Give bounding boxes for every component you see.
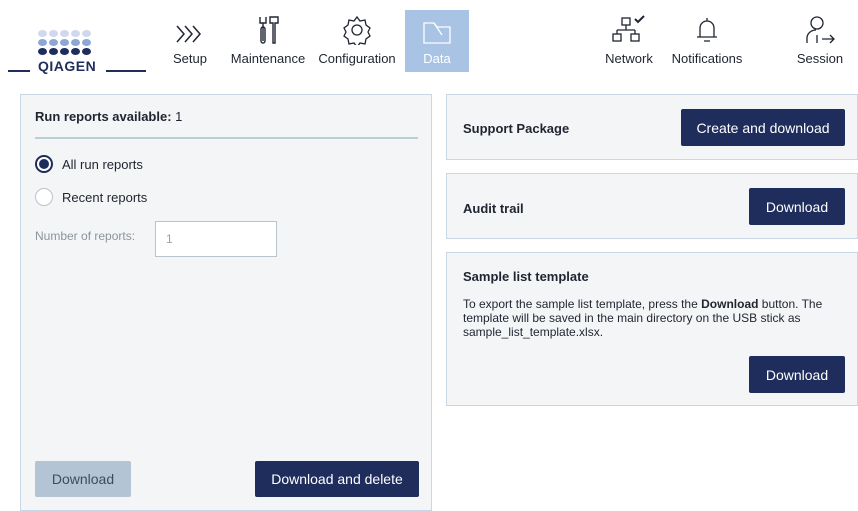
number-of-reports-label: Number of reports: bbox=[35, 229, 136, 243]
nav-maintenance[interactable]: Maintenance bbox=[228, 10, 308, 72]
nav-notifications-label: Notifications bbox=[671, 51, 743, 66]
run-reports-panel: Run reports available: 1 All run reports… bbox=[20, 94, 432, 511]
nav-maintenance-label: Maintenance bbox=[230, 51, 306, 66]
download-button[interactable]: Download bbox=[35, 461, 131, 497]
nav-configuration-label: Configuration bbox=[318, 51, 396, 66]
sample-list-template-title: Sample list template bbox=[463, 269, 589, 284]
nav-data[interactable]: Data bbox=[405, 10, 469, 72]
logo-dots bbox=[38, 30, 98, 57]
audit-trail-title: Audit trail bbox=[463, 201, 524, 216]
run-reports-title: Run reports available: 1 bbox=[35, 109, 182, 124]
run-reports-count: 1 bbox=[175, 109, 183, 124]
folder-icon bbox=[423, 22, 451, 44]
radio-all-run-reports[interactable]: All run reports bbox=[35, 155, 143, 173]
radio-unselected-icon[interactable] bbox=[35, 188, 53, 206]
nav-notifications[interactable]: Notifications bbox=[666, 10, 748, 72]
tools-icon bbox=[259, 16, 279, 44]
support-package-title: Support Package bbox=[463, 121, 570, 136]
bell-icon bbox=[697, 18, 717, 42]
nav-setup-label: Setup bbox=[173, 51, 207, 66]
nav-session[interactable]: Session bbox=[792, 10, 848, 72]
nav-network-label: Network bbox=[605, 51, 653, 66]
qiagen-logo: QIAGEN bbox=[30, 28, 106, 74]
radio-recent-reports-label: Recent reports bbox=[62, 189, 148, 205]
nav-session-label: Session bbox=[796, 51, 844, 66]
description-text-start: To export the sample list template, pres… bbox=[463, 297, 702, 311]
nav-data-label: Data bbox=[423, 51, 451, 66]
audit-trail-card: Audit trail Download bbox=[446, 173, 858, 239]
sample-list-template-card: Sample list template To export the sampl… bbox=[446, 252, 858, 406]
nav-setup[interactable]: Setup bbox=[168, 10, 212, 72]
top-bar: QIAGEN Setup Maintenance Configuration D… bbox=[0, 0, 858, 82]
nav-configuration[interactable]: Configuration bbox=[314, 10, 400, 72]
divider bbox=[35, 137, 418, 139]
gear-icon bbox=[343, 15, 371, 45]
radio-all-run-reports-label: All run reports bbox=[62, 156, 143, 172]
nav-network[interactable]: Network bbox=[600, 10, 658, 72]
create-and-download-button[interactable]: Create and download bbox=[681, 109, 845, 146]
radio-selected-icon[interactable] bbox=[35, 155, 53, 173]
radio-recent-reports[interactable]: Recent reports bbox=[35, 188, 147, 206]
download-and-delete-button[interactable]: Download and delete bbox=[255, 461, 419, 497]
chevrons-right-icon bbox=[176, 25, 201, 43]
user-logout-icon bbox=[806, 16, 835, 44]
run-reports-title-label: Run reports available: bbox=[35, 109, 172, 124]
number-of-reports-input[interactable] bbox=[155, 221, 277, 257]
sample-list-template-description: To export the sample list template, pres… bbox=[463, 297, 843, 339]
sample-list-download-button[interactable]: Download bbox=[749, 356, 845, 393]
audit-trail-download-button[interactable]: Download bbox=[749, 188, 845, 225]
logo-text: QIAGEN bbox=[38, 58, 97, 74]
support-package-card: Support Package Create and download bbox=[446, 94, 858, 160]
network-icon bbox=[612, 15, 645, 42]
description-text-bold: Download bbox=[701, 297, 759, 311]
